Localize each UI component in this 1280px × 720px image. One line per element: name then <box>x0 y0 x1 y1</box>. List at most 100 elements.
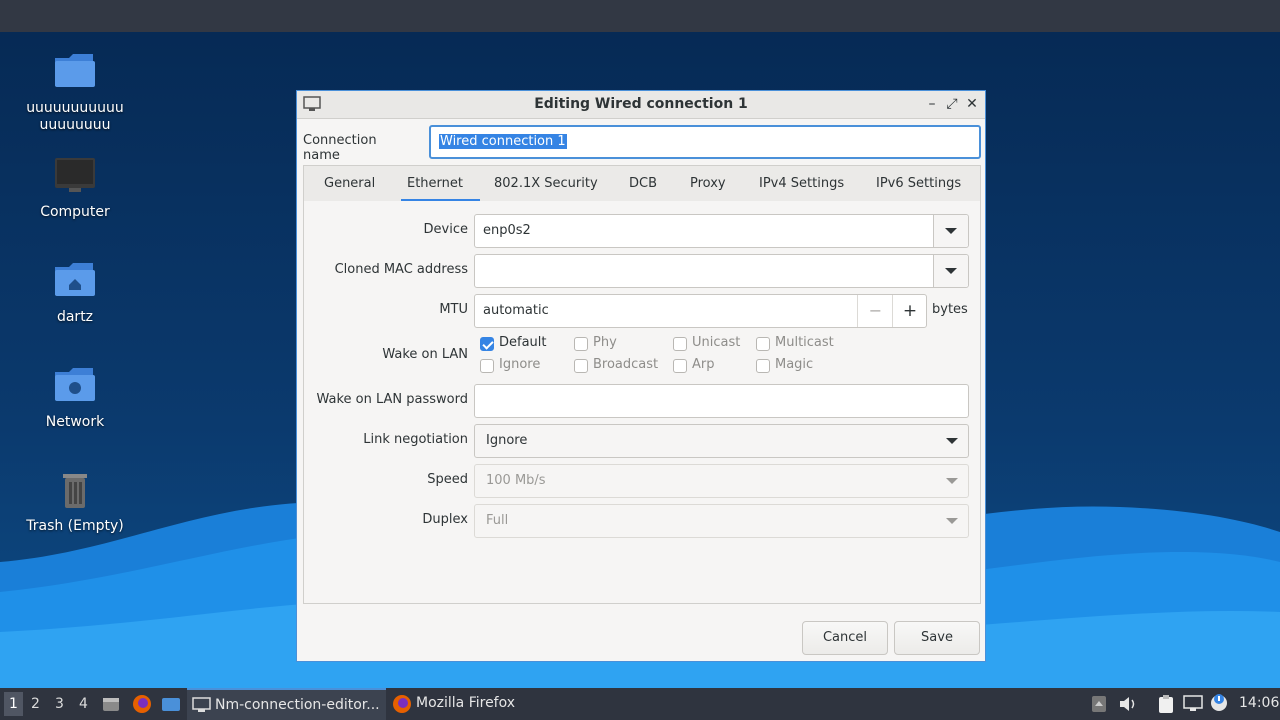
wol-option-label: Magic <box>775 357 814 372</box>
mtu-unit: bytes <box>932 302 968 317</box>
desktop-icon-label: Network <box>45 414 105 430</box>
speed-value: 100 Mb/s <box>486 473 546 488</box>
mtu-label: MTU <box>439 302 468 317</box>
workspace-2[interactable]: 2 <box>31 696 40 712</box>
mtu-decrement-button[interactable]: − <box>857 295 893 327</box>
task-firefox[interactable]: Mozilla Firefox <box>388 688 528 720</box>
workspace-4[interactable]: 4 <box>79 696 88 712</box>
network-status-icon[interactable] <box>1183 695 1203 713</box>
wol-multicast-checkbox[interactable] <box>756 337 770 351</box>
firefox-launcher-icon[interactable] <box>132 694 152 714</box>
wol-magic-checkbox[interactable] <box>756 359 770 373</box>
tab-proxy[interactable]: Proxy <box>690 176 726 191</box>
task-nm-connection-editor[interactable]: Nm-connection-editor... <box>187 688 386 720</box>
chevron-down-icon <box>946 478 958 484</box>
task-label: Nm-connection-editor... <box>215 697 380 713</box>
dialog-titlebar[interactable]: Editing Wired connection 1 – ⤢ ✕ <box>297 91 985 119</box>
tab-ethernet[interactable]: Ethernet <box>407 176 463 191</box>
wol-broadcast-checkbox[interactable] <box>574 359 588 373</box>
speed-label: Speed <box>427 472 468 487</box>
device-dropdown-button[interactable] <box>933 215 968 247</box>
wol-arp-checkbox[interactable] <box>673 359 687 373</box>
network-editor-icon <box>192 697 211 712</box>
wol-option-label: Arp <box>692 357 715 372</box>
connection-name-input[interactable]: Wired connection 1 <box>429 125 981 159</box>
duplex-value: Full <box>486 513 509 528</box>
wol-default-checkbox[interactable] <box>480 337 494 351</box>
mtu-increment-button[interactable]: + <box>892 295 927 327</box>
cancel-button[interactable]: Cancel <box>802 621 888 655</box>
wol-label: Wake on LAN <box>382 347 468 362</box>
wol-option-label: Ignore <box>499 357 541 372</box>
desktop-icon-trash[interactable]: Trash (Empty) <box>5 468 145 535</box>
tab-8021x-security[interactable]: 802.1X Security <box>494 176 598 191</box>
device-value: enp0s2 <box>483 223 531 238</box>
clock[interactable]: 14:06 <box>1239 695 1279 711</box>
clipboard-icon[interactable] <box>1156 694 1176 714</box>
trash-icon <box>53 468 97 512</box>
chevron-down-icon <box>945 228 957 234</box>
close-icon[interactable]: ✕ <box>963 95 981 113</box>
desktop-icon-computer[interactable]: Computer <box>5 154 145 221</box>
volume-icon[interactable] <box>1118 695 1138 713</box>
firefox-icon <box>393 695 411 713</box>
tab-ipv6-settings[interactable]: IPv6 Settings <box>876 176 961 191</box>
file-manager-launcher-icon[interactable] <box>102 695 120 713</box>
task-label: Mozilla Firefox <box>416 695 516 711</box>
maximize-icon[interactable]: ⤢ <box>943 95 961 113</box>
link-negotiation-label: Link negotiation <box>363 432 468 447</box>
wol-password-input[interactable] <box>474 384 969 418</box>
cloned-mac-dropdown-button[interactable] <box>933 255 968 287</box>
folder-icon <box>53 50 97 94</box>
desktop-icon-label: Computer <box>40 204 110 220</box>
dialog-title: Editing Wired connection 1 <box>534 96 748 112</box>
cloned-mac-label: Cloned MAC address <box>334 262 468 277</box>
desktop-icon-home[interactable]: dartz <box>5 259 145 326</box>
top-panel <box>0 0 1280 32</box>
connection-name-label: Connection name <box>303 133 377 163</box>
wol-option-label: Unicast <box>692 335 741 350</box>
wol-option-label: Phy <box>593 335 617 350</box>
save-button[interactable]: Save <box>894 621 980 655</box>
wol-unicast-checkbox[interactable] <box>673 337 687 351</box>
wol-password-label: Wake on LAN password <box>316 392 468 407</box>
chevron-down-icon <box>946 518 958 524</box>
tab-dcb[interactable]: DCB <box>629 176 657 191</box>
link-negotiation-select[interactable]: Ignore <box>474 424 969 458</box>
workspace-3[interactable]: 3 <box>55 696 64 712</box>
speed-select[interactable]: 100 Mb/s <box>474 464 969 498</box>
mtu-value: automatic <box>483 303 549 318</box>
wol-ignore-checkbox[interactable] <box>480 359 494 373</box>
wol-phy-checkbox[interactable] <box>574 337 588 351</box>
tab-general[interactable]: General <box>324 176 375 191</box>
tab-bar: General Ethernet 802.1X Security DCB Pro… <box>303 165 981 202</box>
tab-ipv4-settings[interactable]: IPv4 Settings <box>759 176 844 191</box>
desktop-icon-label: uuuuuuuuuuuuuuuuuuu <box>26 100 124 133</box>
desktop-icon-folder[interactable]: uuuuuuuuuuuuuuuuuuu <box>5 50 145 134</box>
folder-launcher-icon[interactable] <box>161 695 181 713</box>
chevron-down-icon <box>946 438 958 444</box>
workspace-1[interactable]: 1 <box>4 692 23 716</box>
computer-icon <box>53 154 97 198</box>
mtu-spinbutton[interactable]: automatic − + <box>474 294 927 328</box>
wol-option-label: Multicast <box>775 335 834 350</box>
connection-editor-dialog: Editing Wired connection 1 – ⤢ ✕ Connect… <box>296 90 986 662</box>
wol-option-label: Broadcast <box>593 357 659 372</box>
device-label: Device <box>423 222 468 237</box>
tray-collapse-icon[interactable] <box>1091 695 1107 713</box>
network-folder-icon <box>53 364 97 408</box>
notification-icon[interactable] <box>1209 693 1229 713</box>
cloned-mac-combo[interactable] <box>474 254 969 288</box>
desktop-icon-label: Trash (Empty) <box>26 518 124 534</box>
duplex-select[interactable]: Full <box>474 504 969 538</box>
minimize-icon[interactable]: – <box>923 95 941 113</box>
desktop-icon-label: dartz <box>56 309 94 325</box>
desktop-icon-network[interactable]: Network <box>5 364 145 431</box>
ethernet-panel: Device enp0s2 Cloned MAC address MTU aut… <box>303 201 981 604</box>
taskbar: 1 2 3 4 Nm-connection-editor... Mozilla … <box>0 688 1280 720</box>
device-combo[interactable]: enp0s2 <box>474 214 969 248</box>
wol-option-label: Default <box>499 335 547 350</box>
duplex-label: Duplex <box>422 512 468 527</box>
home-folder-icon <box>53 259 97 303</box>
link-negotiation-value: Ignore <box>486 433 528 448</box>
